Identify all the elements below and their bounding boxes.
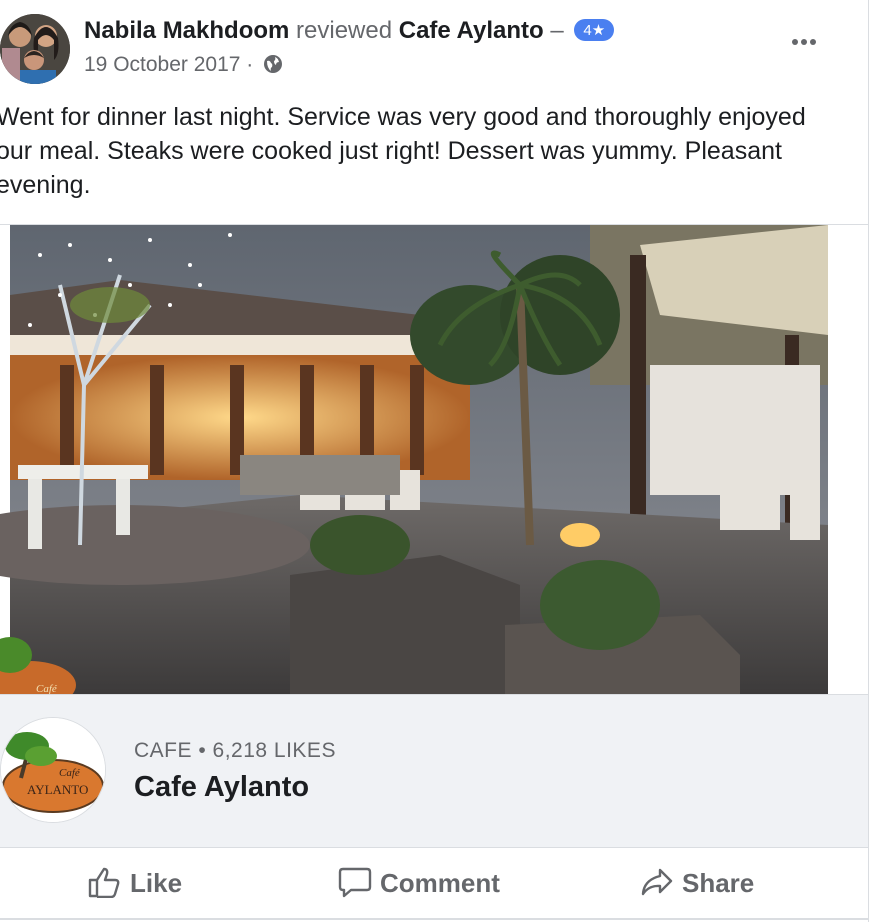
post-title-line: Nabila Makhdoom reviewed Cafe Aylanto – …: [84, 17, 615, 45]
cafe-logo[interactable]: Café AYLANTO: [0, 717, 106, 823]
rating-badge: 4★: [574, 19, 615, 41]
review-text: Went for dinner last night. Service was …: [0, 103, 806, 199]
comment-label: Comment: [380, 868, 500, 898]
post-actions-bar: Like Comment Share: [0, 848, 868, 920]
date-separator: ·: [246, 53, 254, 76]
cafe-photo[interactable]: Café: [0, 224, 868, 709]
post-action-verb: reviewed: [296, 17, 393, 44]
thumbs-up-icon: [88, 867, 120, 899]
like-label: Like: [130, 868, 183, 898]
page-category-likes: CAFE • 6,218 LIKES: [134, 739, 336, 762]
page-attachment[interactable]: Café AYLANTO CAFE • 6,218 LIKES Cafe Ayl…: [0, 694, 868, 848]
page-name[interactable]: Cafe Aylanto: [134, 771, 309, 804]
title-separator: –: [550, 17, 564, 44]
share-label: Share: [682, 868, 755, 898]
more-options-icon[interactable]: [792, 32, 824, 48]
post-header: Nabila Makhdoom reviewed Cafe Aylanto – …: [0, 0, 868, 96]
comment-button[interactable]: Comment: [338, 866, 500, 902]
post-date[interactable]: 19 October 2017: [84, 53, 240, 76]
author-avatar[interactable]: [0, 14, 70, 84]
like-button[interactable]: Like: [88, 866, 182, 902]
review-post-card: Nabila Makhdoom reviewed Cafe Aylanto – …: [0, 0, 869, 922]
logo-text-top: Café: [59, 767, 81, 779]
author-name[interactable]: Nabila Makhdoom: [84, 17, 289, 44]
post-meta: 19 October 2017 ·: [84, 53, 283, 77]
share-button[interactable]: Share: [640, 866, 754, 902]
logo-text-main: AYLANTO: [27, 782, 88, 797]
reviewed-place-name[interactable]: Cafe Aylanto: [399, 17, 544, 44]
share-arrow-icon: [641, 868, 673, 896]
bottom-divider: [0, 918, 868, 920]
globe-icon: [264, 55, 283, 73]
comment-bubble-icon: [338, 867, 372, 898]
